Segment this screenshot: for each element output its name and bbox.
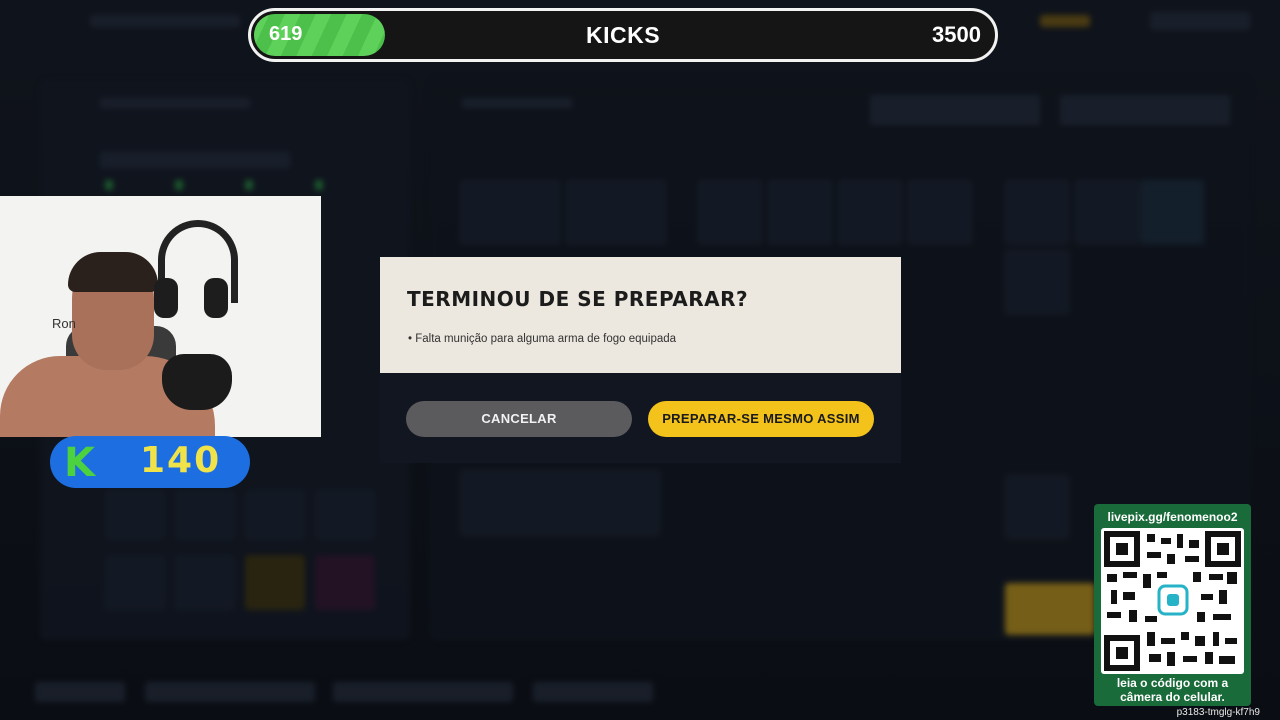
qr-code-image [1101, 528, 1244, 674]
kicks-label: KICKS [585, 22, 661, 48]
dialog-title: TERMINOU DE SE PREPARAR? [407, 287, 749, 311]
stream-id-label: p3183-tmglg-kf7h9 [1176, 707, 1260, 718]
qr-caption-line1: leia o código com a [1116, 676, 1229, 690]
webcam-overlay: Ron [0, 196, 321, 437]
headset-cup [204, 278, 228, 318]
cancel-button[interactable]: CANCELAR [406, 401, 632, 437]
qr-caption: leia o código com a câmera do celular. [1094, 676, 1251, 704]
controller-icon [162, 354, 232, 410]
streamer-hair [68, 252, 158, 292]
headset-cup [154, 278, 178, 318]
livepix-qr-widget: livepix.gg/fenomenoo2 leia o código com … [1094, 504, 1251, 706]
dialog-warning-message: • Falta munição para alguma arma de fogo… [408, 333, 677, 345]
kick-counter-badge: K 140 [50, 436, 250, 488]
kick-logo-icon: K [64, 440, 95, 486]
prepare-anyway-button[interactable]: PREPARAR-SE MESMO ASSIM [648, 401, 874, 437]
kicks-progress-bar: 619 KICKS 3500 [248, 8, 998, 62]
webcam-text: Ron [52, 316, 76, 331]
qr-url: livepix.gg/fenomenoo2 [1107, 510, 1238, 524]
confirm-dialog: TERMINOU DE SE PREPARAR? • Falta munição… [380, 257, 901, 373]
kick-counter-value: 140 [140, 440, 222, 481]
qr-caption-line2: câmera do celular. [1120, 690, 1225, 704]
kicks-goal-count: 3500 [932, 22, 981, 47]
